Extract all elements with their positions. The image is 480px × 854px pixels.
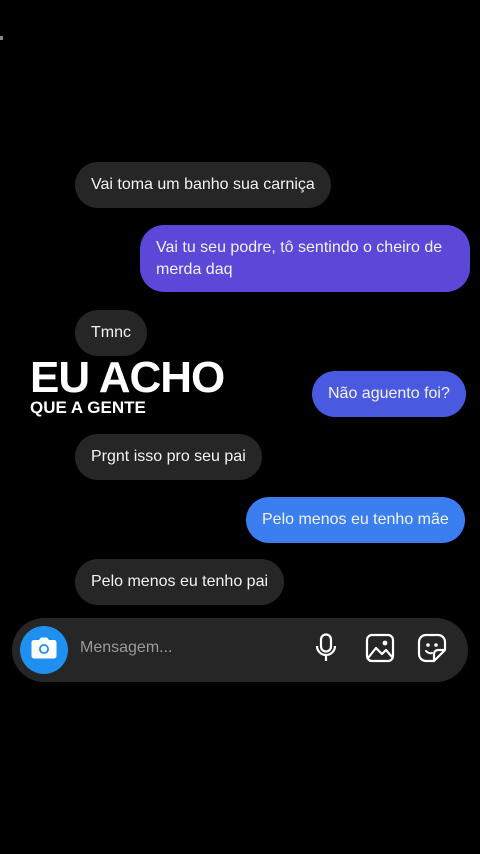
message-outgoing[interactable]: Vai tu seu podre, tô sentindo o cheiro d… <box>140 225 470 292</box>
microphone-button[interactable] <box>310 632 342 668</box>
camera-icon <box>31 637 57 664</box>
message-incoming[interactable]: Tmnc <box>75 310 147 356</box>
gallery-icon <box>365 633 395 668</box>
message-composer: Mensagem... <box>12 618 468 682</box>
microphone-icon <box>314 632 338 668</box>
sticker-icon <box>417 633 447 668</box>
message-outgoing[interactable]: Não aguento foi? <box>312 371 466 417</box>
message-incoming[interactable]: Prgnt isso pro seu pai <box>75 434 262 480</box>
status-dot <box>0 36 3 40</box>
message-input[interactable]: Mensagem... <box>80 639 172 657</box>
message-outgoing[interactable]: Pelo menos eu tenho mãe <box>246 497 465 543</box>
message-incoming[interactable]: Vai toma um banho sua carniça <box>75 162 331 208</box>
message-incoming[interactable]: Pelo menos eu tenho pai <box>75 559 285 605</box>
gallery-button[interactable] <box>364 633 396 668</box>
overlay-subline: QUE A GENTE <box>30 398 146 417</box>
overlay-headline: EU ACHO <box>30 353 225 402</box>
sticker-button[interactable] <box>416 633 448 668</box>
camera-button[interactable] <box>20 626 68 674</box>
